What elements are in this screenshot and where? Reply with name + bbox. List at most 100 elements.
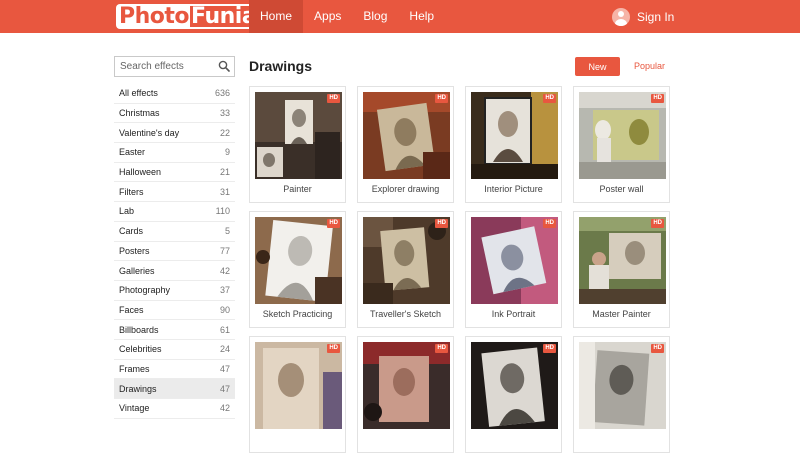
category-cards[interactable]: Cards 5: [114, 222, 235, 242]
category-all-effects[interactable]: All effects 636: [114, 84, 235, 104]
category-billboards[interactable]: Billboards 61: [114, 320, 235, 340]
category-frames[interactable]: Frames 47: [114, 360, 235, 380]
effect-thumbnail: HD: [255, 217, 342, 304]
effect-card-poster-wall[interactable]: HD Poster wall: [573, 86, 670, 203]
category-label: Valentine's day: [119, 127, 180, 138]
effect-label: Poster wall: [599, 184, 644, 194]
category-count: 5: [224, 226, 230, 237]
effect-thumbnail: HD: [255, 92, 342, 179]
category-label: Halloween: [119, 167, 162, 178]
search-icon[interactable]: [218, 60, 230, 72]
effect-thumbnail: HD: [579, 217, 666, 304]
category-label: Cards: [119, 226, 144, 237]
effect-card-ink-portrait[interactable]: HD Ink Portrait: [465, 211, 562, 328]
category-posters[interactable]: Posters 77: [114, 242, 235, 262]
sort-popular-link[interactable]: Popular: [634, 61, 665, 71]
category-count: 9: [224, 147, 230, 158]
category-count: 47: [219, 383, 230, 394]
category-count: 21: [219, 167, 230, 178]
category-label: Easter: [119, 147, 146, 158]
effect-thumbnail: HD: [363, 342, 450, 429]
category-faces[interactable]: Faces 90: [114, 301, 235, 321]
category-label: Faces: [119, 304, 144, 315]
effect-thumbnail: HD: [471, 92, 558, 179]
category-label: Galleries: [119, 265, 155, 276]
category-vintage[interactable]: Vintage 42: [114, 399, 235, 419]
category-photography[interactable]: Photography 37: [114, 281, 235, 301]
user-avatar-icon: [612, 8, 630, 26]
effect-card-sketch-practicing[interactable]: HD Sketch Practicing: [249, 211, 346, 328]
category-label: Lab: [119, 206, 135, 217]
category-count: 24: [219, 344, 230, 355]
category-lab[interactable]: Lab 110: [114, 202, 235, 222]
category-label: Filters: [119, 186, 144, 197]
category-galleries[interactable]: Galleries 42: [114, 261, 235, 281]
category-filters[interactable]: Filters 31: [114, 182, 235, 203]
hd-badge: HD: [435, 219, 448, 228]
effect-card-painter[interactable]: HD Painter: [249, 86, 346, 203]
category-label: Frames: [119, 363, 150, 374]
effect-card[interactable]: HD: [465, 336, 562, 453]
effect-thumbnail: HD: [363, 217, 450, 304]
category-halloween[interactable]: Halloween 21: [114, 163, 235, 183]
category-count: 90: [219, 304, 230, 315]
category-count: 22: [219, 127, 230, 138]
category-count: 636: [214, 88, 230, 99]
effect-card[interactable]: HD: [357, 336, 454, 453]
category-count: 61: [219, 324, 230, 335]
effect-card-travellers-sketch[interactable]: HD Traveller's Sketch: [357, 211, 454, 328]
hd-badge: HD: [327, 94, 340, 103]
effect-card-interior-picture[interactable]: HD Interior Picture: [465, 86, 562, 203]
category-label: Christmas: [119, 108, 160, 119]
effect-thumbnail: HD: [579, 342, 666, 429]
category-label: All effects: [119, 88, 158, 99]
hd-badge: HD: [435, 94, 448, 103]
category-label: Drawings: [119, 383, 157, 394]
category-easter[interactable]: Easter 9: [114, 143, 235, 163]
category-christmas[interactable]: Christmas 33: [114, 104, 235, 124]
hd-badge: HD: [327, 219, 340, 228]
sign-in-button[interactable]: Sign In: [612, 7, 674, 27]
sort-new-button[interactable]: New: [575, 57, 620, 76]
search-box: [114, 56, 235, 77]
nav-home[interactable]: Home: [249, 0, 304, 33]
category-label: Posters: [119, 245, 150, 256]
nav-help[interactable]: Help: [398, 0, 445, 33]
hd-badge: HD: [651, 94, 664, 103]
category-count: 47: [219, 363, 230, 374]
category-count: 33: [219, 108, 230, 119]
category-count: 31: [219, 186, 230, 197]
logo-text-photo: Photo: [116, 3, 191, 29]
effect-label: Traveller's Sketch: [370, 309, 441, 319]
hd-badge: HD: [651, 344, 664, 353]
effect-thumbnail: HD: [363, 92, 450, 179]
category-label: Billboards: [119, 324, 159, 335]
nav-blog[interactable]: Blog: [352, 0, 398, 33]
effect-thumbnail: HD: [471, 342, 558, 429]
nav-apps[interactable]: Apps: [303, 0, 352, 33]
category-label: Photography: [119, 285, 171, 296]
photofunia-logo[interactable]: Photo Funia: [116, 3, 262, 29]
category-count: 42: [219, 265, 230, 276]
category-count: 42: [219, 403, 230, 414]
effect-label: Master Painter: [592, 309, 651, 319]
category-count: 37: [219, 285, 230, 296]
effect-label: Explorer drawing: [371, 184, 440, 194]
category-valentines-day[interactable]: Valentine's day 22: [114, 123, 235, 144]
category-list: All effects 636 Christmas 33 Valentine's d…: [114, 84, 235, 419]
effect-card-explorer-drawing[interactable]: HD Explorer drawing: [357, 86, 454, 203]
category-count: 77: [219, 245, 230, 256]
effect-thumbnail: HD: [255, 342, 342, 429]
category-drawings[interactable]: Drawings 47: [114, 379, 235, 399]
top-navbar: Photo Funia Home Apps Blog Help Sign In: [0, 0, 800, 33]
hd-badge: HD: [651, 219, 664, 228]
effect-card[interactable]: HD: [573, 336, 670, 453]
effect-card[interactable]: HD: [249, 336, 346, 453]
hd-badge: HD: [543, 344, 556, 353]
hd-badge: HD: [543, 219, 556, 228]
effect-card-master-painter[interactable]: HD Master Painter: [573, 211, 670, 328]
category-celebrities[interactable]: Celebrities 24: [114, 340, 235, 360]
effect-label: Sketch Practicing: [262, 309, 333, 319]
effect-thumbnail: HD: [579, 92, 666, 179]
search-input[interactable]: [115, 57, 215, 76]
